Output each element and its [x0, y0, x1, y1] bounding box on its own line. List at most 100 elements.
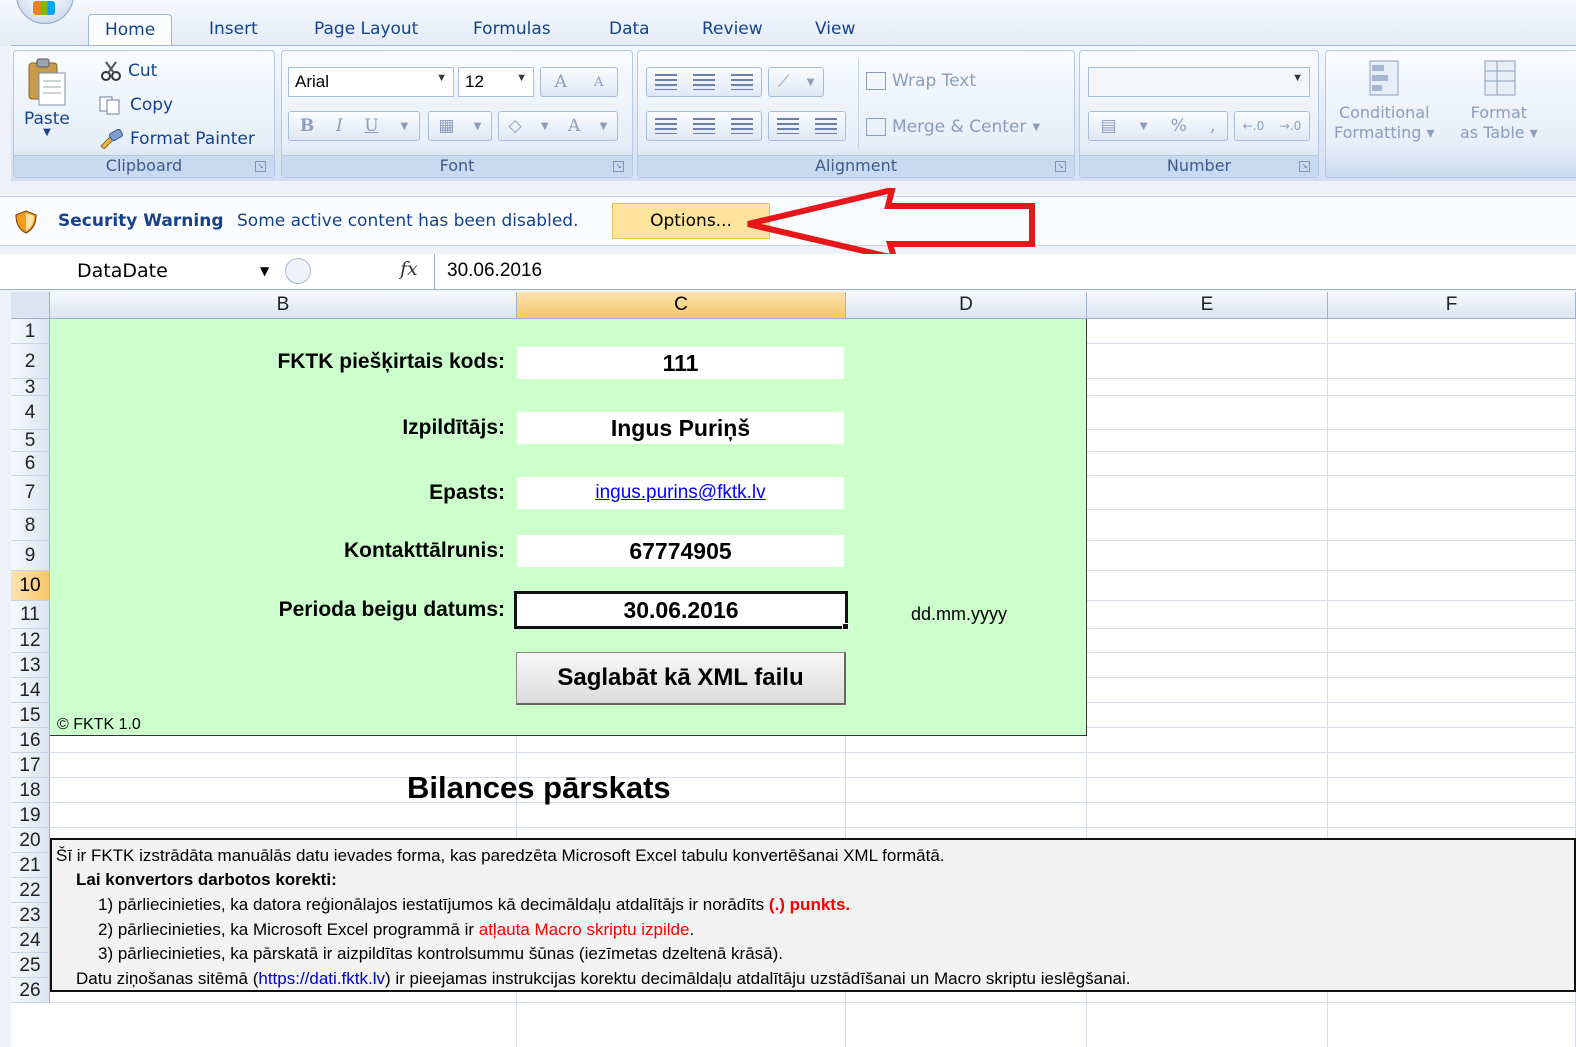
copy-button[interactable]: Copy: [98, 95, 173, 115]
cut-button[interactable]: Cut: [100, 61, 157, 81]
column-header-b[interactable]: B: [50, 292, 517, 319]
row-header-9[interactable]: 9: [11, 541, 50, 571]
select-all-corner[interactable]: [11, 292, 50, 319]
chevron-down-icon[interactable]: ▼: [1136, 121, 1152, 132]
decrease-indent-icon[interactable]: [777, 118, 799, 134]
shield-icon: [15, 210, 37, 234]
align-bottom-icon[interactable]: [731, 74, 753, 90]
row-header-2[interactable]: 2: [11, 344, 50, 379]
office-button[interactable]: [16, 0, 74, 24]
code-cell[interactable]: 111: [517, 347, 844, 379]
row-header-25[interactable]: 25: [11, 953, 50, 978]
percent-button[interactable]: %: [1167, 116, 1191, 136]
font-size-grow-shrink[interactable]: AA: [540, 67, 618, 97]
row-header-19[interactable]: 19: [11, 803, 50, 828]
fill-color-icon[interactable]: ◇: [505, 116, 526, 136]
row-header-15[interactable]: 15: [11, 703, 50, 728]
name-box[interactable]: DataDate: [11, 256, 279, 288]
increase-decimal-icon[interactable]: ←.0: [1239, 119, 1269, 133]
format-as-table-button[interactable]: Format as Table ▾: [1460, 59, 1538, 143]
row-header-6[interactable]: 6: [11, 452, 50, 476]
bold-button[interactable]: B: [296, 116, 318, 136]
currency-icon[interactable]: ▤: [1097, 116, 1121, 136]
dialog-launcher-icon[interactable]: ↘: [613, 161, 624, 172]
row-header-17[interactable]: 17: [11, 753, 50, 778]
row-header-24[interactable]: 24: [11, 928, 50, 953]
row-header-5[interactable]: 5: [11, 430, 50, 452]
dati-fktk-link[interactable]: https://dati.fktk.lv: [258, 969, 385, 988]
column-header-e[interactable]: E: [1087, 292, 1328, 319]
decrease-decimal-icon[interactable]: →.0: [1276, 119, 1306, 133]
formula-input[interactable]: 30.06.2016: [434, 254, 1576, 290]
row-header-22[interactable]: 22: [11, 878, 50, 903]
tab-home[interactable]: Home: [88, 14, 173, 46]
row-header-3[interactable]: 3: [11, 378, 50, 397]
row-header-4[interactable]: 4: [11, 396, 50, 430]
row-header-26[interactable]: 26: [11, 978, 50, 1003]
row-header-14[interactable]: 14: [11, 678, 50, 703]
column-header-c[interactable]: C: [517, 292, 846, 319]
row-header-10[interactable]: 10: [11, 571, 50, 601]
italic-button[interactable]: I: [332, 116, 347, 136]
merge-center-button[interactable]: Merge & Center ▼: [866, 117, 1040, 137]
font-size-value: 12: [465, 72, 484, 91]
row-header-21[interactable]: 21: [11, 853, 50, 878]
email-cell[interactable]: ingus.purins@fktk.lv: [517, 477, 844, 509]
tab-data[interactable]: Data: [593, 14, 666, 46]
formula-bar-expand-icon[interactable]: [285, 258, 311, 284]
date-cell[interactable]: 30.06.2016: [514, 591, 848, 629]
row-header-20[interactable]: 20: [11, 828, 50, 853]
insert-function-icon[interactable]: fx: [400, 258, 418, 280]
underline-button[interactable]: U: [360, 116, 382, 136]
grow-font-icon[interactable]: A: [551, 72, 571, 92]
row-header-23[interactable]: 23: [11, 903, 50, 928]
align-middle-icon[interactable]: [693, 74, 715, 90]
wrap-text-button[interactable]: Wrap Text: [866, 71, 976, 91]
chevron-down-icon[interactable]: ▼: [396, 121, 412, 132]
row-header-1[interactable]: 1: [11, 319, 50, 344]
increase-indent-icon[interactable]: [815, 118, 837, 134]
executor-cell[interactable]: Ingus Puriņš: [517, 412, 844, 444]
conditional-formatting-button[interactable]: Conditional Formatting ▾: [1334, 59, 1435, 143]
row-header-13[interactable]: 13: [11, 653, 50, 678]
phone-cell[interactable]: 67774905: [517, 535, 844, 567]
tab-page-layout[interactable]: Page Layout: [298, 14, 434, 46]
row-header-16[interactable]: 16: [11, 728, 50, 753]
ribbon-tab-bar: Home Insert Page Layout Formulas Data Re…: [0, 0, 1576, 46]
format-painter-button[interactable]: Format Painter: [98, 129, 255, 149]
tab-insert[interactable]: Insert: [193, 14, 274, 46]
align-right-icon[interactable]: [731, 118, 753, 134]
row-header-8[interactable]: 8: [11, 510, 50, 541]
align-left-icon[interactable]: [655, 118, 677, 134]
row-header-12[interactable]: 12: [11, 629, 50, 653]
fill-handle[interactable]: [842, 623, 849, 630]
chevron-down-icon[interactable]: ▼: [596, 121, 612, 132]
dialog-launcher-icon[interactable]: ↘: [1299, 161, 1310, 172]
ribbon: Paste ▼ Cut Copy Format Painter Clipboar…: [11, 45, 1576, 181]
tab-formulas[interactable]: Formulas: [457, 14, 567, 46]
save-as-xml-button[interactable]: Saglabāt kā XML failu: [516, 652, 846, 705]
font-color-icon[interactable]: A: [564, 116, 584, 136]
row-header-7[interactable]: 7: [11, 476, 50, 510]
align-center-icon[interactable]: [693, 118, 715, 134]
column-header-f[interactable]: F: [1328, 292, 1576, 319]
chevron-down-icon[interactable]: ▼: [537, 121, 553, 132]
dialog-launcher-icon[interactable]: ↘: [1055, 161, 1066, 172]
spreadsheet-grid[interactable]: BCDEF 1 2 3 4 5 6 7 8 9 10 11 12 13 14 15 16 17 18 19 20 21 2…: [11, 292, 1576, 1047]
tab-review[interactable]: Review: [686, 14, 779, 46]
borders-button[interactable]: ▦ ▼: [428, 111, 492, 141]
paste-button[interactable]: Paste ▼: [24, 57, 70, 138]
orientation-button[interactable]: ⟋ ▼: [768, 67, 824, 97]
row-header-18[interactable]: 18: [11, 778, 50, 803]
align-top-icon[interactable]: [655, 74, 677, 90]
name-box-dropdown-icon[interactable]: ▼: [260, 264, 269, 278]
dialog-launcher-icon[interactable]: ↘: [255, 161, 266, 172]
column-header-d[interactable]: D: [846, 292, 1087, 319]
font-name-combo[interactable]: Arial ▼: [288, 67, 454, 97]
number-format-combo[interactable]: ▼: [1088, 67, 1310, 97]
comma-button[interactable]: ,: [1206, 116, 1219, 136]
row-header-11[interactable]: 11: [11, 601, 50, 629]
tab-view[interactable]: View: [799, 14, 871, 46]
font-size-combo[interactable]: 12 ▼: [458, 67, 534, 97]
shrink-font-icon[interactable]: A: [590, 75, 607, 90]
